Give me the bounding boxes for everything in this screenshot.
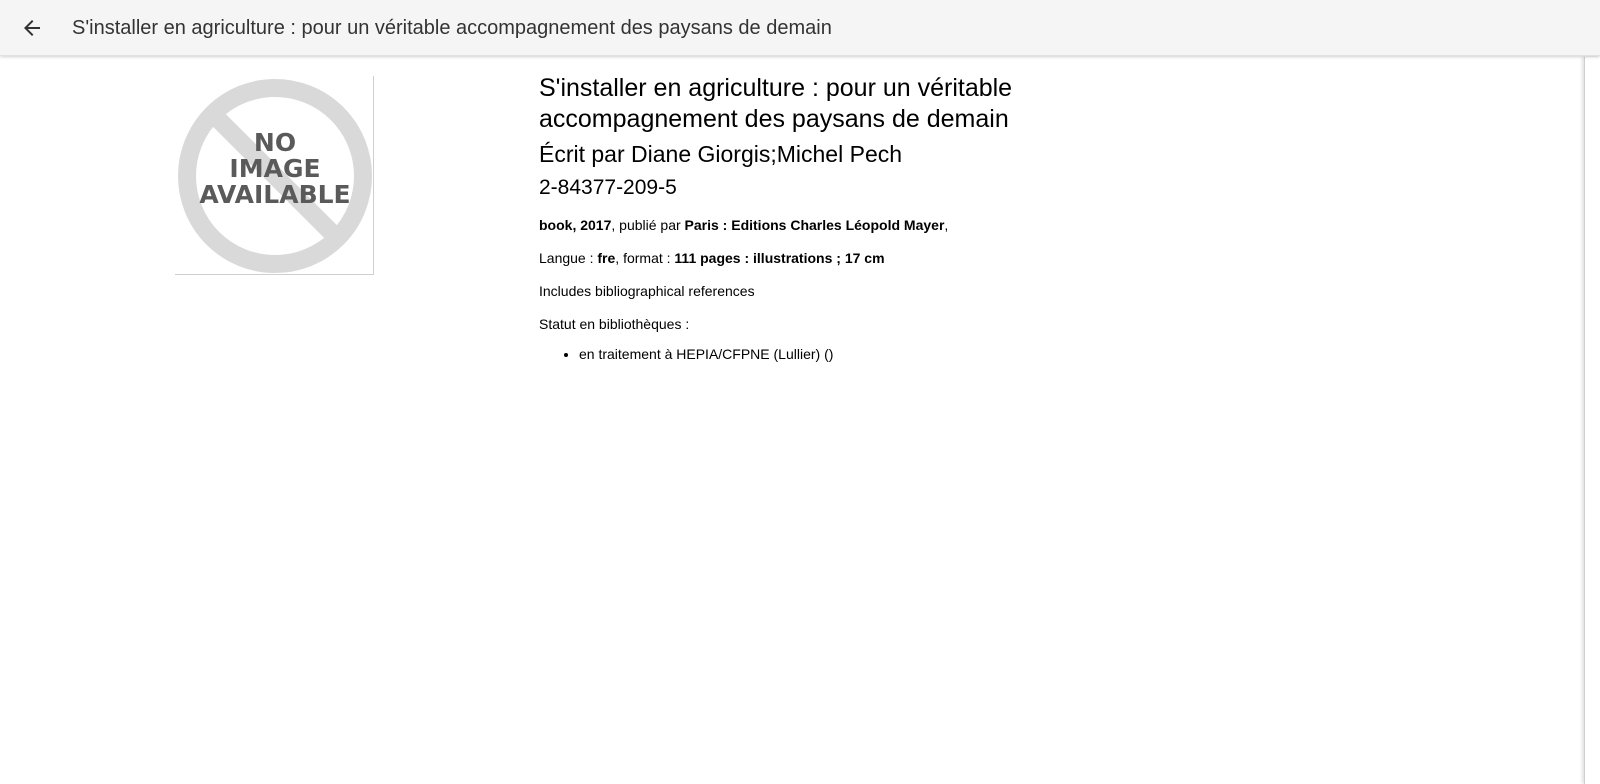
scroll-gutter[interactable]: [1584, 57, 1600, 784]
library-status-item: en traitement à HEPIA/CFPNE (Lullier) (): [579, 344, 1099, 365]
no-image-text-line-2: IMAGE: [229, 154, 320, 183]
no-image-available-icon: NO IMAGE AVAILABLE: [178, 79, 372, 273]
book-detail-page: NO IMAGE AVAILABLE S'installer en agricu…: [0, 57, 1584, 784]
type-year: book, 2017: [539, 217, 612, 233]
no-image-text-line-1: NO: [254, 128, 296, 157]
publication-info: book, 2017, publié par Paris : Editions …: [539, 215, 1099, 236]
back-button[interactable]: [12, 8, 52, 48]
language-label: Langue :: [539, 250, 598, 266]
arrow-left-icon: [24, 20, 40, 36]
no-image-text-line-3: AVAILABLE: [199, 180, 350, 209]
book-authors: Écrit par Diane Giorgis;Michel Pech: [539, 141, 903, 167]
book-isbn: 2-84377-209-5: [539, 176, 677, 199]
cover-image-placeholder: NO IMAGE AVAILABLE: [175, 76, 374, 275]
format-label: , format :: [615, 250, 675, 266]
publisher: Paris : Editions Charles Léopold Mayer: [684, 217, 945, 233]
library-status-list: en traitement à HEPIA/CFPNE (Lullier) (): [539, 344, 1099, 365]
book-details: S'installer en agriculture : pour un vér…: [539, 73, 1099, 365]
publication-trailing: ,: [944, 217, 949, 233]
library-status-label: Statut en bibliothèques :: [539, 316, 690, 332]
book-title: S'installer en agriculture : pour un vér…: [539, 74, 1013, 133]
published-by-label: , publié par: [611, 217, 685, 233]
app-bar: S'installer en agriculture : pour un vér…: [0, 0, 1600, 56]
bibliography-note: Includes bibliographical references: [539, 283, 755, 299]
language-format-info: Langue : fre, format : 111 pages : illus…: [539, 248, 1099, 269]
language-value: fre: [597, 250, 616, 266]
app-bar-title: S'installer en agriculture : pour un vér…: [72, 17, 832, 39]
format-value: 111 pages : illustrations ; 17 cm: [674, 250, 885, 266]
